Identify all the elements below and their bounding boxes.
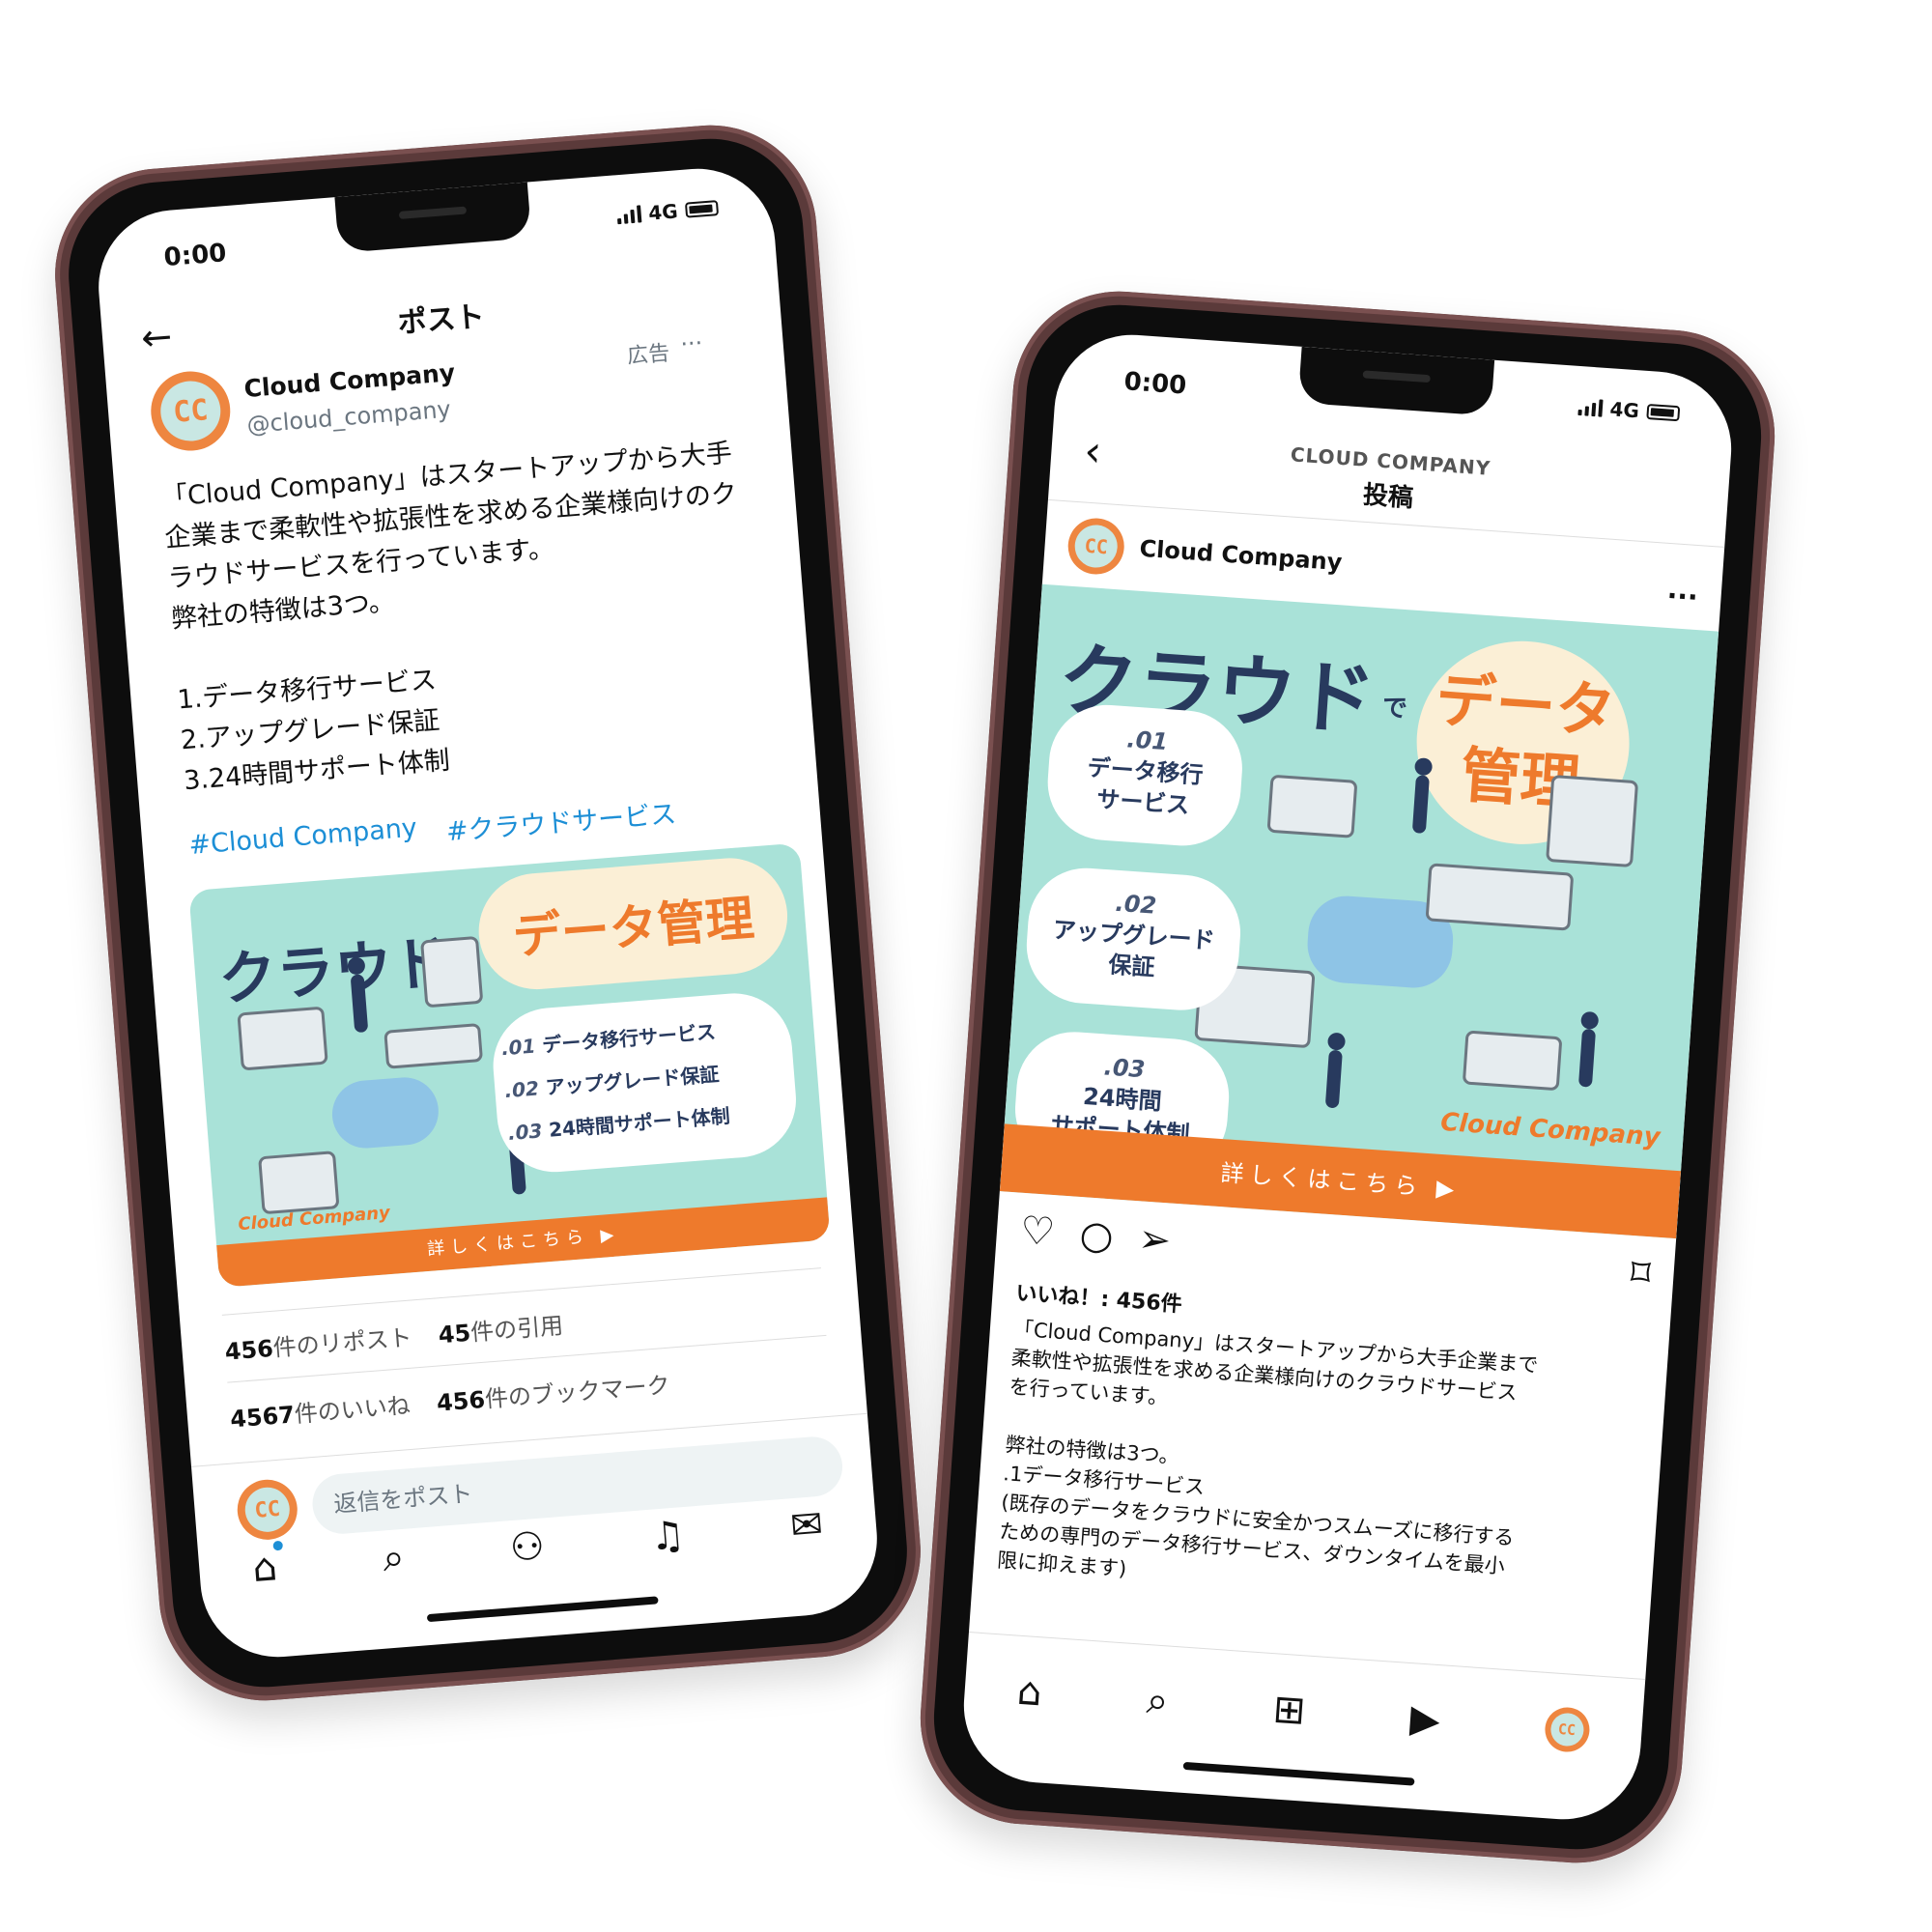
reply-avatar-text: CC (243, 1486, 292, 1534)
tablet-illustration (1462, 1030, 1563, 1092)
feature-num: .01 (500, 1034, 537, 1061)
post-image[interactable]: クラウド で データ 管理 .01 データ移行 サービス .02 アップグレード… (999, 583, 1719, 1239)
tablet-illustration (1266, 774, 1358, 838)
left-phone-screen: 0:00 4G ← ポスト CC Cloud Company @cloud_co… (93, 162, 883, 1663)
feature-label: アップグレード保証 (544, 1062, 721, 1099)
people-icon[interactable]: ⚇ (508, 1523, 546, 1571)
account-logo-text: CC (1073, 524, 1120, 569)
likes-label[interactable]: 件のいいね (294, 1392, 412, 1428)
banner-de: で (1380, 693, 1408, 724)
feature-label: データ移行サービス (541, 1019, 717, 1057)
right-phone-bezel: 0:00 4G ‹ CLOUD COMPANY 投稿 CC Cloud Comp… (927, 298, 1768, 1856)
search-icon[interactable]: ⌕ (1145, 1678, 1170, 1723)
quotes-label[interactable]: 件の引用 (469, 1312, 564, 1346)
add-post-icon[interactable]: ⊞ (1271, 1687, 1307, 1733)
monitor-illustration (1546, 774, 1639, 868)
caption: 「Cloud Company」はスタートアップから大手企業まで 柔軟性や拡張性を… (996, 1315, 1644, 1619)
bookmarks-label[interactable]: 件のブックマーク (484, 1372, 671, 1413)
likes-count[interactable]: いいね！: 456件 (1015, 1276, 1183, 1319)
home-icon[interactable]: ⌂ (1016, 1669, 1044, 1716)
signal-icon (1577, 398, 1604, 417)
more-options-icon[interactable]: ··· (1666, 580, 1699, 613)
profile-avatar-text: CC (1548, 1712, 1585, 1747)
features-cloud: .01 データ移行サービス .02 アップグレード保証 .03 24時間サポート… (489, 988, 801, 1177)
feature-cloud-2: .02 アップグレード 保証 (1022, 864, 1245, 1014)
right-phone: 0:00 4G ‹ CLOUD COMPANY 投稿 CC Cloud Comp… (913, 284, 1782, 1870)
status-bar-right: 4G (1577, 395, 1681, 425)
right-phone-screen: 0:00 4G ‹ CLOUD COMPANY 投稿 CC Cloud Comp… (958, 329, 1737, 1825)
status-time: 0:00 (1122, 367, 1188, 401)
account-name[interactable]: Cloud Company (243, 358, 457, 403)
banner-brand: Cloud Company (1439, 1107, 1662, 1152)
account-logo-text: CC (157, 379, 223, 443)
keyboard-illustration (1425, 863, 1575, 931)
ad-label: 広告 (626, 341, 671, 369)
reposts-label[interactable]: 件のリポスト (272, 1324, 413, 1362)
cloud-illustration (329, 1074, 441, 1151)
mail-icon[interactable]: ✉ (789, 1502, 825, 1548)
post-body: 「Cloud Company」はスタートアップから大手 企業まで柔軟性や拡張性を… (160, 432, 781, 802)
account-handle[interactable]: @cloud_company (246, 395, 452, 439)
reply-avatar: CC (235, 1477, 300, 1543)
search-icon[interactable]: ⌕ (381, 1535, 406, 1581)
hashtag-link[interactable]: #Cloud Company (187, 813, 418, 868)
account-avatar[interactable]: CC (148, 368, 234, 454)
bookmarks-count: 456 (436, 1385, 487, 1417)
feature-num: .02 (503, 1076, 540, 1103)
network-label: 4G (1608, 397, 1640, 423)
page-title: ポスト (396, 299, 486, 341)
home-indicator[interactable] (1182, 1761, 1415, 1786)
hashtag-link[interactable]: #クラウドサービス (444, 792, 677, 848)
bottom-nav: ⌂ ⌕ ⊞ ▶ CC (963, 1665, 1642, 1757)
feature-num: .03 (507, 1119, 544, 1146)
status-time: 0:00 (162, 239, 228, 273)
feature-label: 24時間サポート体制 (548, 1104, 731, 1142)
reposts-count: 456 (223, 1334, 274, 1366)
profile-avatar[interactable]: CC (1543, 1705, 1591, 1754)
heart-icon[interactable]: ♡ (1018, 1208, 1056, 1255)
bookmark-icon[interactable]: ⌑ (1629, 1251, 1652, 1296)
person-illustration (1577, 1028, 1597, 1088)
more-options-icon[interactable]: ··· (679, 329, 703, 358)
battery-icon (1646, 403, 1681, 422)
status-bar-right: 4G (616, 196, 720, 227)
ad-banner[interactable]: クラウド で データ管理 .01 データ移行サービス .02 アップグレード保証… (188, 842, 831, 1288)
reels-icon[interactable]: ▶ (1408, 1696, 1441, 1743)
tablet-illustration (237, 1006, 328, 1071)
network-label: 4G (647, 199, 679, 225)
hashtags: #Cloud Company #クラウドサービス (187, 792, 677, 868)
left-phone: 0:00 4G ← ポスト CC Cloud Company @cloud_co… (46, 117, 929, 1709)
feature-cloud-1: .01 データ移行 サービス (1043, 700, 1246, 850)
account-name[interactable]: Cloud Company (1139, 535, 1344, 577)
monitor-illustration (420, 935, 484, 1009)
banner-headline: クラウド (215, 928, 453, 1014)
quotes-count: 45 (437, 1319, 472, 1350)
notch (334, 182, 532, 253)
person-illustration (1324, 1049, 1343, 1109)
banner-highlight: データ管理 (474, 853, 792, 994)
highlight-line: データ (1433, 664, 1618, 748)
person-illustration (1411, 775, 1430, 835)
laptop-illustration (258, 1151, 340, 1215)
home-icon[interactable]: ⌂ (251, 1540, 284, 1591)
notch (1297, 346, 1495, 416)
share-icon[interactable]: ➢ (1137, 1216, 1173, 1263)
comment-icon[interactable]: ○ (1078, 1212, 1115, 1259)
battery-icon (684, 200, 720, 218)
left-phone-bezel: 0:00 4G ← ポスト CC Cloud Company @cloud_co… (61, 131, 915, 1694)
bell-icon[interactable]: ♫ (648, 1513, 686, 1560)
likes-count: 4567 (229, 1401, 297, 1434)
home-indicator[interactable] (426, 1596, 659, 1623)
account-avatar[interactable]: CC (1065, 516, 1126, 577)
signal-icon (616, 205, 642, 225)
keyboard-illustration (384, 1022, 484, 1069)
